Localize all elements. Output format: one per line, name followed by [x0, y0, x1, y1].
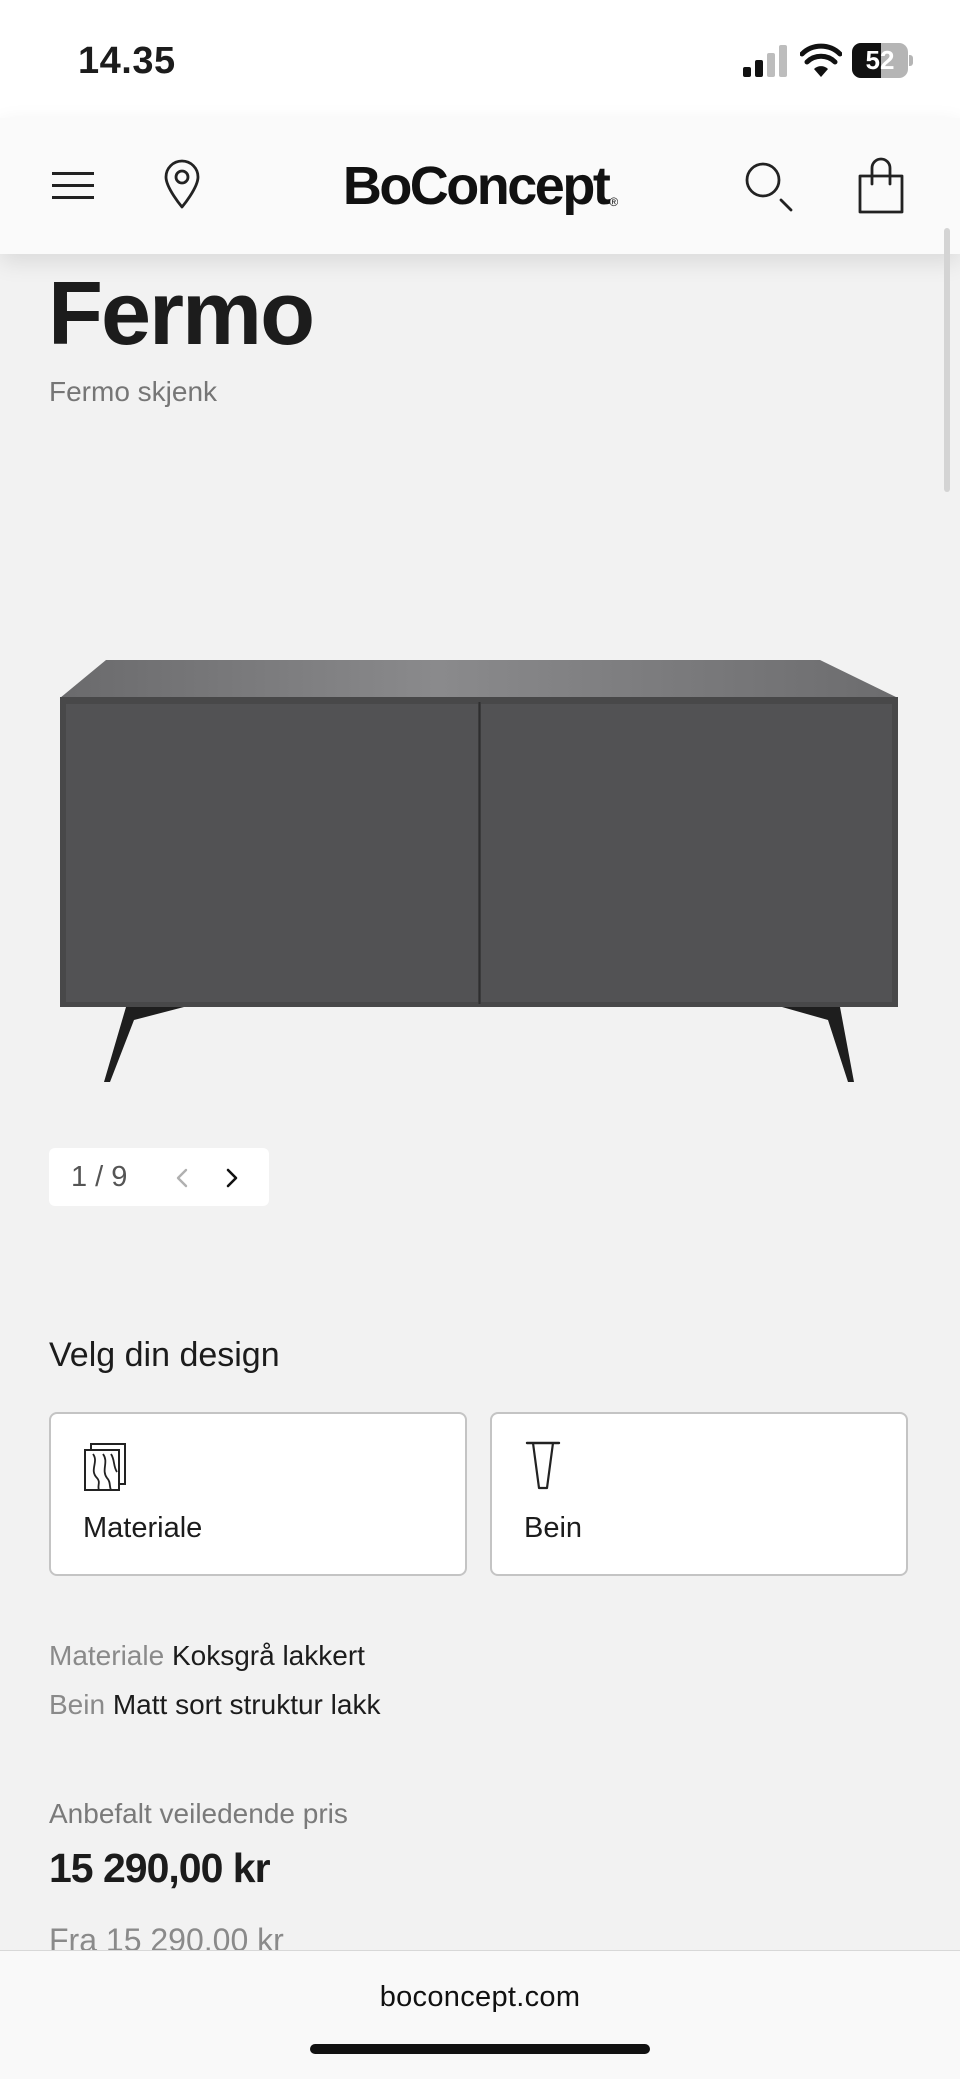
legs-option-button[interactable]: Bein — [490, 1412, 908, 1576]
store-locator-icon[interactable] — [160, 158, 204, 210]
status-time: 14.35 — [78, 40, 176, 82]
shopping-bag-icon[interactable] — [854, 156, 908, 216]
legs-option-label: Bein — [524, 1512, 583, 1544]
browser-address-bar[interactable]: boconcept.com — [0, 1950, 960, 2079]
chevron-left-icon[interactable] — [165, 1161, 199, 1195]
search-icon[interactable] — [742, 158, 796, 214]
battery-percent: 52 — [865, 45, 895, 75]
design-heading: Velg din design — [49, 1336, 280, 1374]
cellular-signal-icon — [743, 45, 787, 77]
material-option-button[interactable]: Materiale — [49, 1412, 467, 1576]
material-option-label: Materiale — [83, 1512, 203, 1544]
spec-legs-key: Bein — [49, 1689, 106, 1720]
site-header: BoConcept® — [0, 118, 960, 254]
scrollbar-thumb[interactable] — [944, 228, 950, 492]
leg-icon — [525, 1441, 561, 1490]
product-title: Fermo — [48, 264, 315, 364]
spec-material-value: Koksgrå lakkert — [171, 1640, 365, 1671]
brand-logo[interactable]: BoConcept® — [330, 146, 630, 226]
browser-url[interactable]: boconcept.com — [0, 1981, 960, 2014]
registered-mark: ® — [609, 195, 619, 209]
hamburger-menu-icon[interactable] — [52, 168, 96, 204]
brand-name: BoConcept — [342, 156, 611, 216]
material-icon — [84, 1443, 126, 1491]
home-indicator[interactable] — [310, 2044, 650, 2054]
battery-icon: 52 — [852, 43, 914, 78]
chevron-right-icon[interactable] — [215, 1161, 249, 1195]
price-caption: Anbefalt veiledende pris — [49, 1798, 348, 1829]
spec-legs: Bein Matt sort struktur lakk — [49, 1689, 380, 1721]
spec-legs-value: Matt sort struktur lakk — [112, 1689, 381, 1720]
gallery-counter: 1 / 9 — [71, 1161, 128, 1193]
status-bar: 14.35 52 — [0, 0, 960, 118]
spec-material: Materiale Koksgrå lakkert — [49, 1640, 365, 1672]
product-image-sideboard[interactable] — [52, 640, 912, 1090]
wifi-icon — [800, 43, 842, 77]
gallery-pager: 1 / 9 — [49, 1148, 269, 1206]
spec-material-key: Materiale — [49, 1640, 165, 1671]
product-subtitle: Fermo skjenk — [49, 376, 218, 407]
price-amount: 15 290,00 kr — [49, 1845, 271, 1891]
